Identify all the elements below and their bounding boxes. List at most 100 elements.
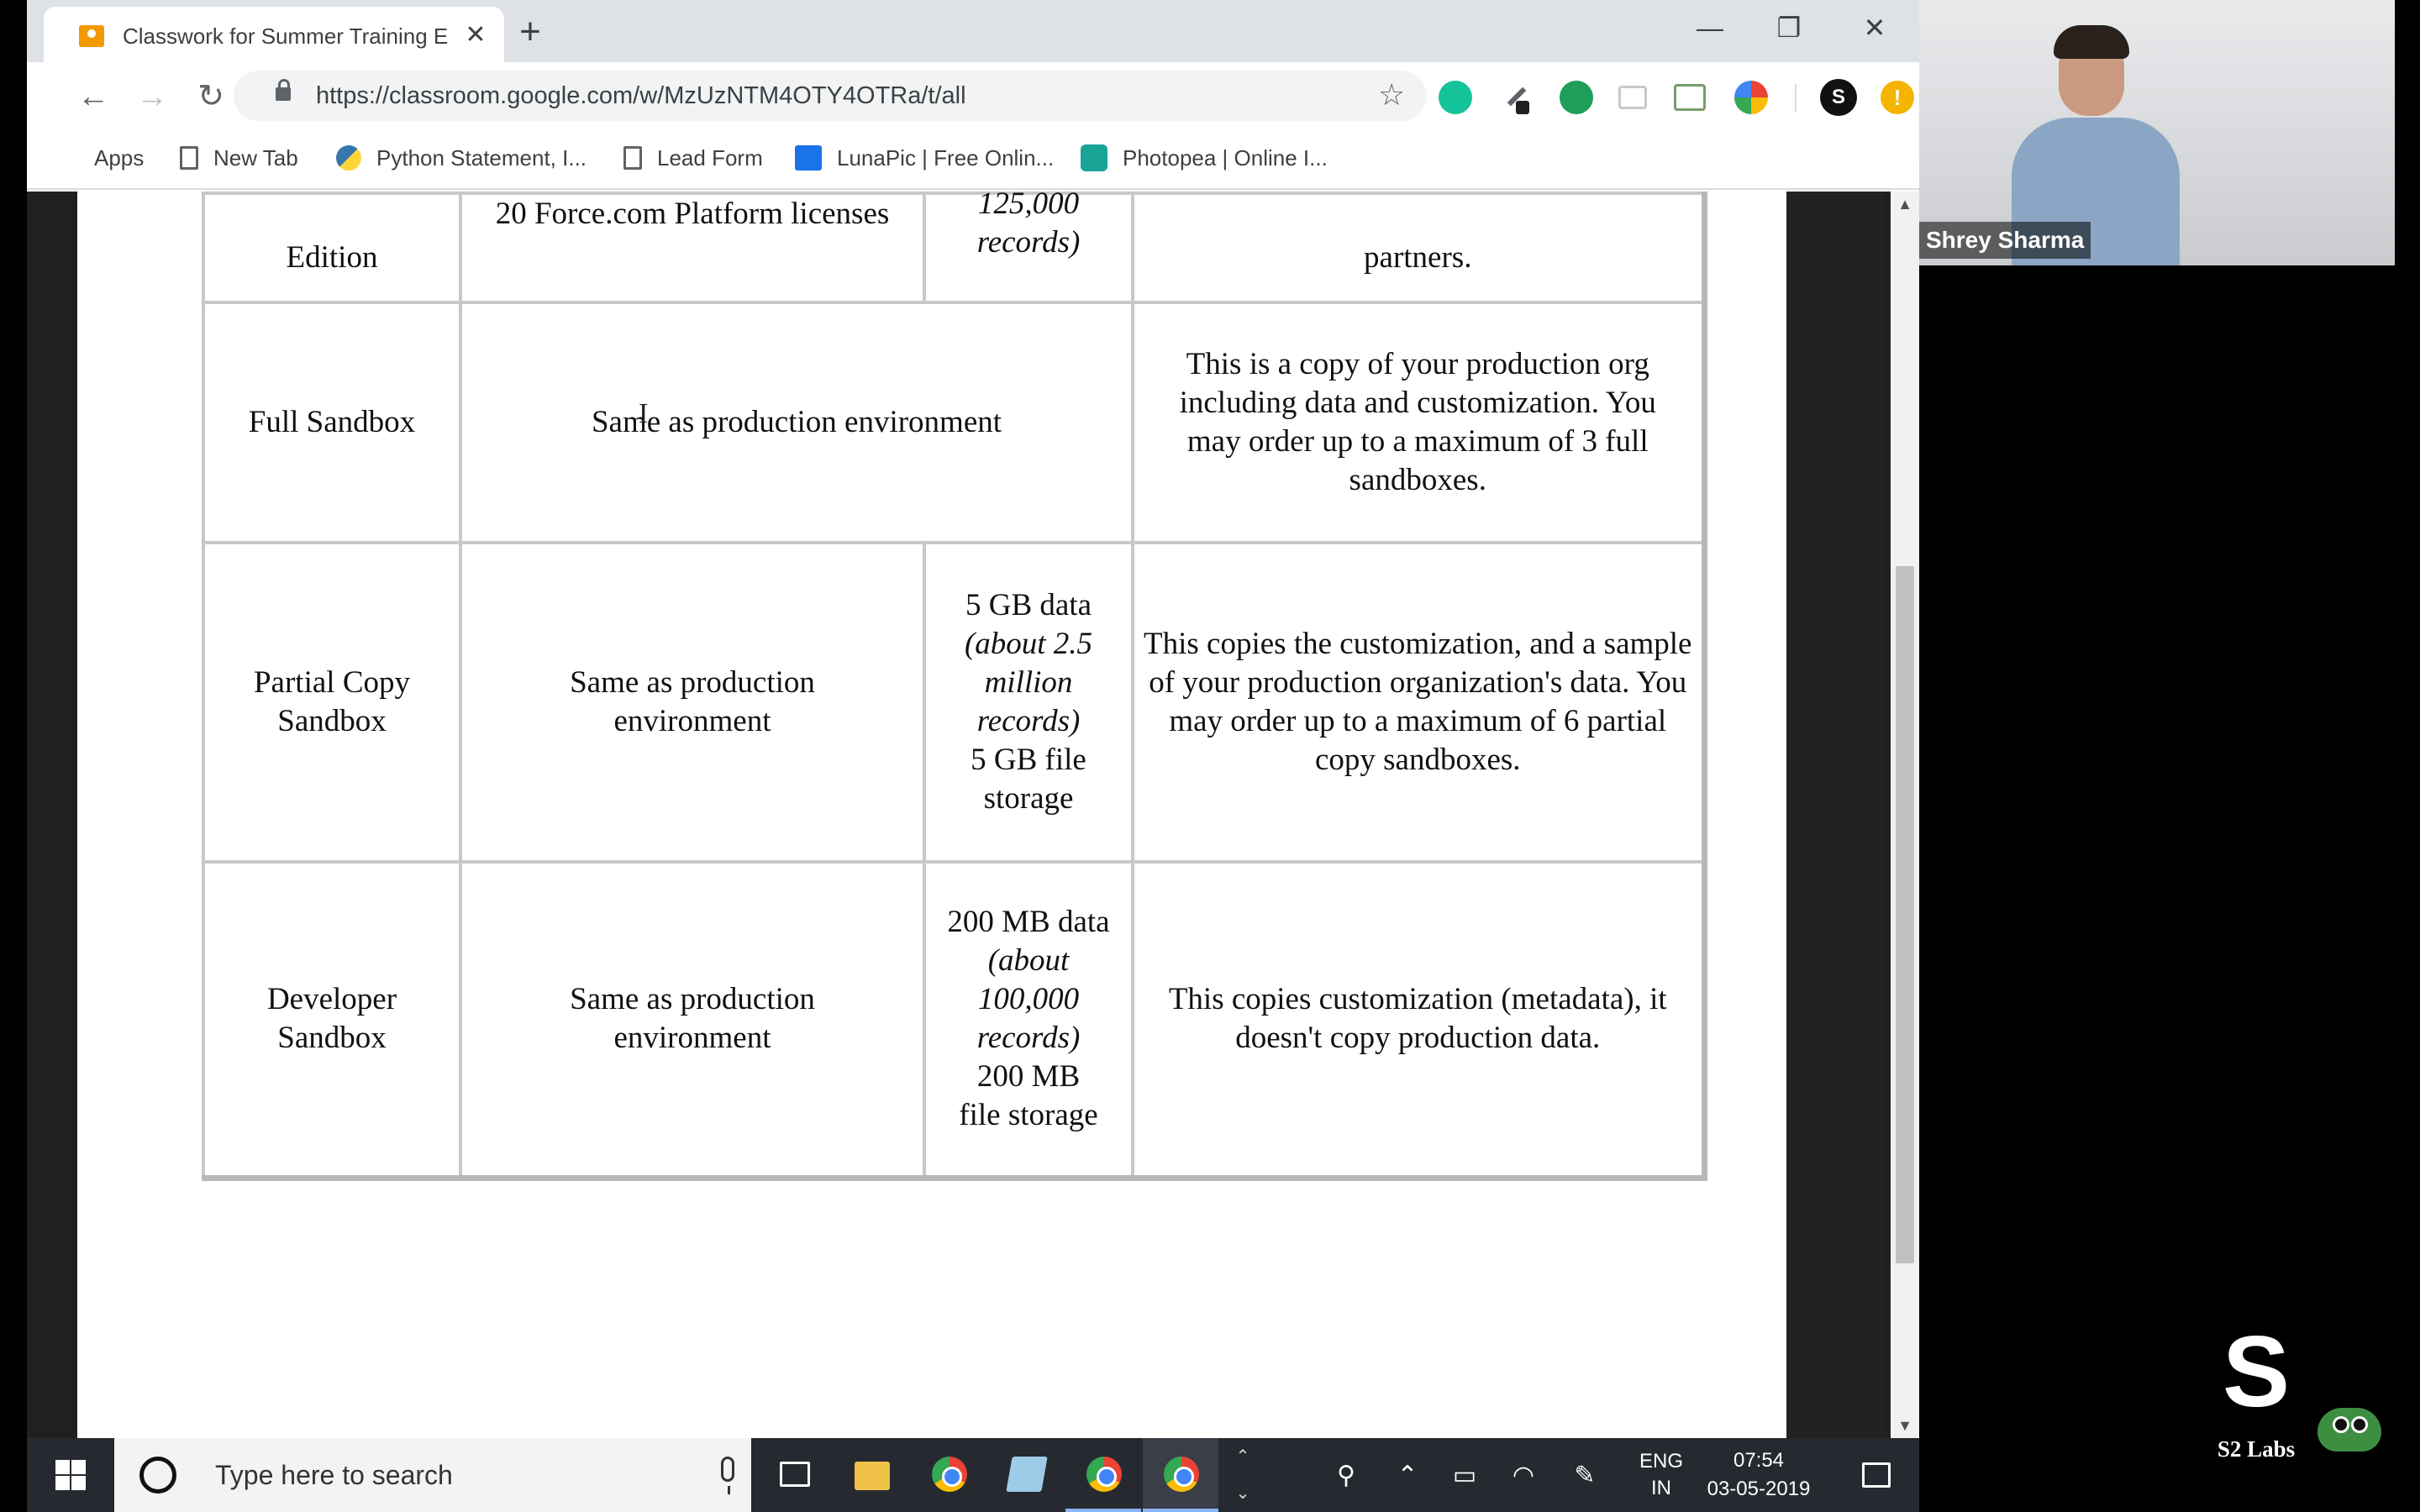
taskbar-scroll-arrows-icon[interactable]: ⌃ ⌄ [1230,1438,1255,1512]
tab-close-icon[interactable]: ✕ [459,18,492,52]
table-cell-line: 200 MB file storage [959,1059,1098,1133]
bookmark-new-tab[interactable]: New Tab [180,141,298,175]
lunapic-icon [795,145,822,171]
lock-icon[interactable] [276,79,291,101]
grammarly-extension-icon[interactable] [1439,81,1472,114]
bookmark-apps[interactable]: Apps [54,141,144,175]
chart-extension-icon[interactable] [1674,84,1706,111]
table-cell: 20 Force.com Platform licenses [459,192,926,304]
sandbox-comparison-table: Edition 20 Force.com Platform licenses 1… [202,192,1707,1181]
taskbar-chrome[interactable] [911,1438,986,1512]
page-viewport[interactable]: Edition 20 Force.com Platform licenses 1… [27,192,1919,1438]
system-clock[interactable]: 07:54 03-05-2019 [1696,1438,1822,1512]
chrome-icon [1086,1457,1122,1492]
clock-date: 03-05-2019 [1707,1478,1811,1500]
table-cell-line: records) [976,225,1081,260]
table-row: Partial Copy Sandbox Same as production … [202,541,1706,864]
apps-grid-icon [54,145,79,171]
table-cell: 200 MB data (about 100,000 records) 200 … [923,860,1134,1179]
action-center-button[interactable] [1839,1438,1914,1512]
table-cell-line: 200 MB data [947,905,1110,940]
table-cell: Same as production environment [459,301,1134,544]
bookmark-star-icon[interactable]: ☆ [1378,77,1405,113]
frog-mascot-icon [2317,1408,2381,1452]
chrome-icon [932,1457,967,1492]
notification-icon [1862,1462,1891,1488]
task-view-button[interactable] [756,1438,832,1512]
presenter-hair [2054,25,2129,59]
vertical-scrollbar[interactable]: ▲ ▼ [1891,192,1919,1438]
table-cell: This is a copy of your production org in… [1131,301,1706,544]
taskbar-search-box[interactable]: Type here to search [114,1438,751,1512]
address-bar[interactable]: https://classroom.google.com/w/MzUzNTM4O… [234,71,1427,121]
table-cell: This copies customization (metadata), it… [1131,860,1706,1179]
bookmark-label: Lead Form [657,144,763,171]
bookmark-label: New Tab [213,144,298,171]
table-cell: Partial Copy Sandbox [202,541,462,864]
tab-strip: Classwork for Summer Training E ✕ + — ❐ … [27,0,1919,62]
windows-logo-icon [55,1460,86,1490]
table-cell-line: 125,000 [977,192,1080,221]
reload-icon[interactable]: ↻ [190,76,232,118]
new-tab-button[interactable]: + [509,12,551,54]
people-icon[interactable]: ⚲ [1313,1438,1380,1512]
task-view-icon [780,1462,810,1487]
url-text[interactable]: https://classroom.google.com/w/MzUzNTM4O… [316,82,966,110]
s2-logo-mark-icon: S [2222,1315,2291,1428]
bookmark-python-statement[interactable]: Python Statement, I... [336,141,587,175]
taskbar-chrome-profile-2[interactable] [1143,1438,1218,1512]
bookmark-lead-form[interactable]: Lead Form [623,141,763,175]
green-extension-icon[interactable] [1560,81,1593,114]
language-indicator[interactable]: ENG IN [1623,1438,1699,1512]
scroll-up-arrow-icon[interactable]: ▲ [1891,192,1919,217]
notes-app-icon [1006,1457,1048,1492]
color-picker-extension-icon[interactable] [1499,81,1533,114]
forward-arrow-icon[interactable]: → [131,76,173,118]
update-warning-icon[interactable] [1881,81,1914,114]
logo-text: S2 Labs [2217,1436,2296,1462]
search-placeholder[interactable]: Type here to search [215,1460,453,1491]
wifi-icon[interactable]: ◠ [1494,1438,1553,1512]
folder-icon [855,1462,890,1490]
browser-tab-classroom[interactable]: Classwork for Summer Training E ✕ [44,7,504,62]
text-cursor-icon: I [639,398,649,429]
bookmark-label: Photopea | Online I... [1123,144,1328,171]
table-row: Full Sandbox Same as production environm… [202,301,1706,544]
taskbar-notes-app[interactable] [988,1438,1064,1512]
bookmark-lunapic[interactable]: LunaPic | Free Onlin... [795,141,1054,175]
table-cell: 5 GB data (about 2.5 million records) 5 … [923,541,1134,864]
table-cell-line: 5 GB data [965,588,1092,622]
microphone-icon[interactable] [721,1457,734,1494]
taskbar-file-explorer[interactable] [834,1438,909,1512]
pen-workspace-icon[interactable]: ✎ [1551,1438,1618,1512]
table-row: Developer Sandbox Same as production env… [202,860,1706,1179]
show-hidden-icons-chevron-icon[interactable]: ⌃ [1378,1438,1437,1512]
bookmark-photopea[interactable]: Photopea | Online I... [1081,141,1328,175]
table-cell: This copies the customization, and a sam… [1131,541,1706,864]
table-cell: Full Sandbox [202,301,462,544]
window-close-button[interactable]: ✕ [1845,7,1904,49]
window-minimize-button[interactable]: — [1681,7,1739,49]
windows-taskbar: Type here to search ⌃ ⌄ ⚲ ⌃ ▭ ◠ ✎ ENG IN … [27,1438,1919,1512]
toolbar-divider [1795,84,1797,113]
profile-avatar-icon[interactable] [1820,79,1857,116]
cortana-icon[interactable] [139,1457,176,1494]
table-cell-line: (about 100,000 records) [976,943,1081,1056]
table-cell: Developer Sandbox [202,860,462,1179]
browser-window: Classwork for Summer Training E ✕ + — ❐ … [27,0,1919,1438]
back-arrow-icon[interactable]: ← [72,76,114,118]
scroll-down-arrow-icon[interactable]: ▼ [1891,1413,1919,1438]
scrollbar-thumb[interactable] [1896,566,1914,1263]
presenter-name-label: Shrey Sharma [1919,222,2091,259]
colorful-extension-icon[interactable] [1734,81,1768,114]
page-margin [1786,192,1884,1438]
start-button[interactable] [27,1438,114,1512]
battery-icon[interactable]: ▭ [1435,1438,1494,1512]
google-classroom-icon [79,25,104,47]
window-restore-button[interactable]: ❐ [1760,7,1818,49]
taskbar-chrome-profile-1[interactable] [1065,1438,1141,1512]
table-cell: Edition [202,192,462,304]
bookmark-label: Apps [94,144,145,171]
photopea-icon [1081,144,1107,171]
mail-extension-icon[interactable] [1618,86,1647,109]
